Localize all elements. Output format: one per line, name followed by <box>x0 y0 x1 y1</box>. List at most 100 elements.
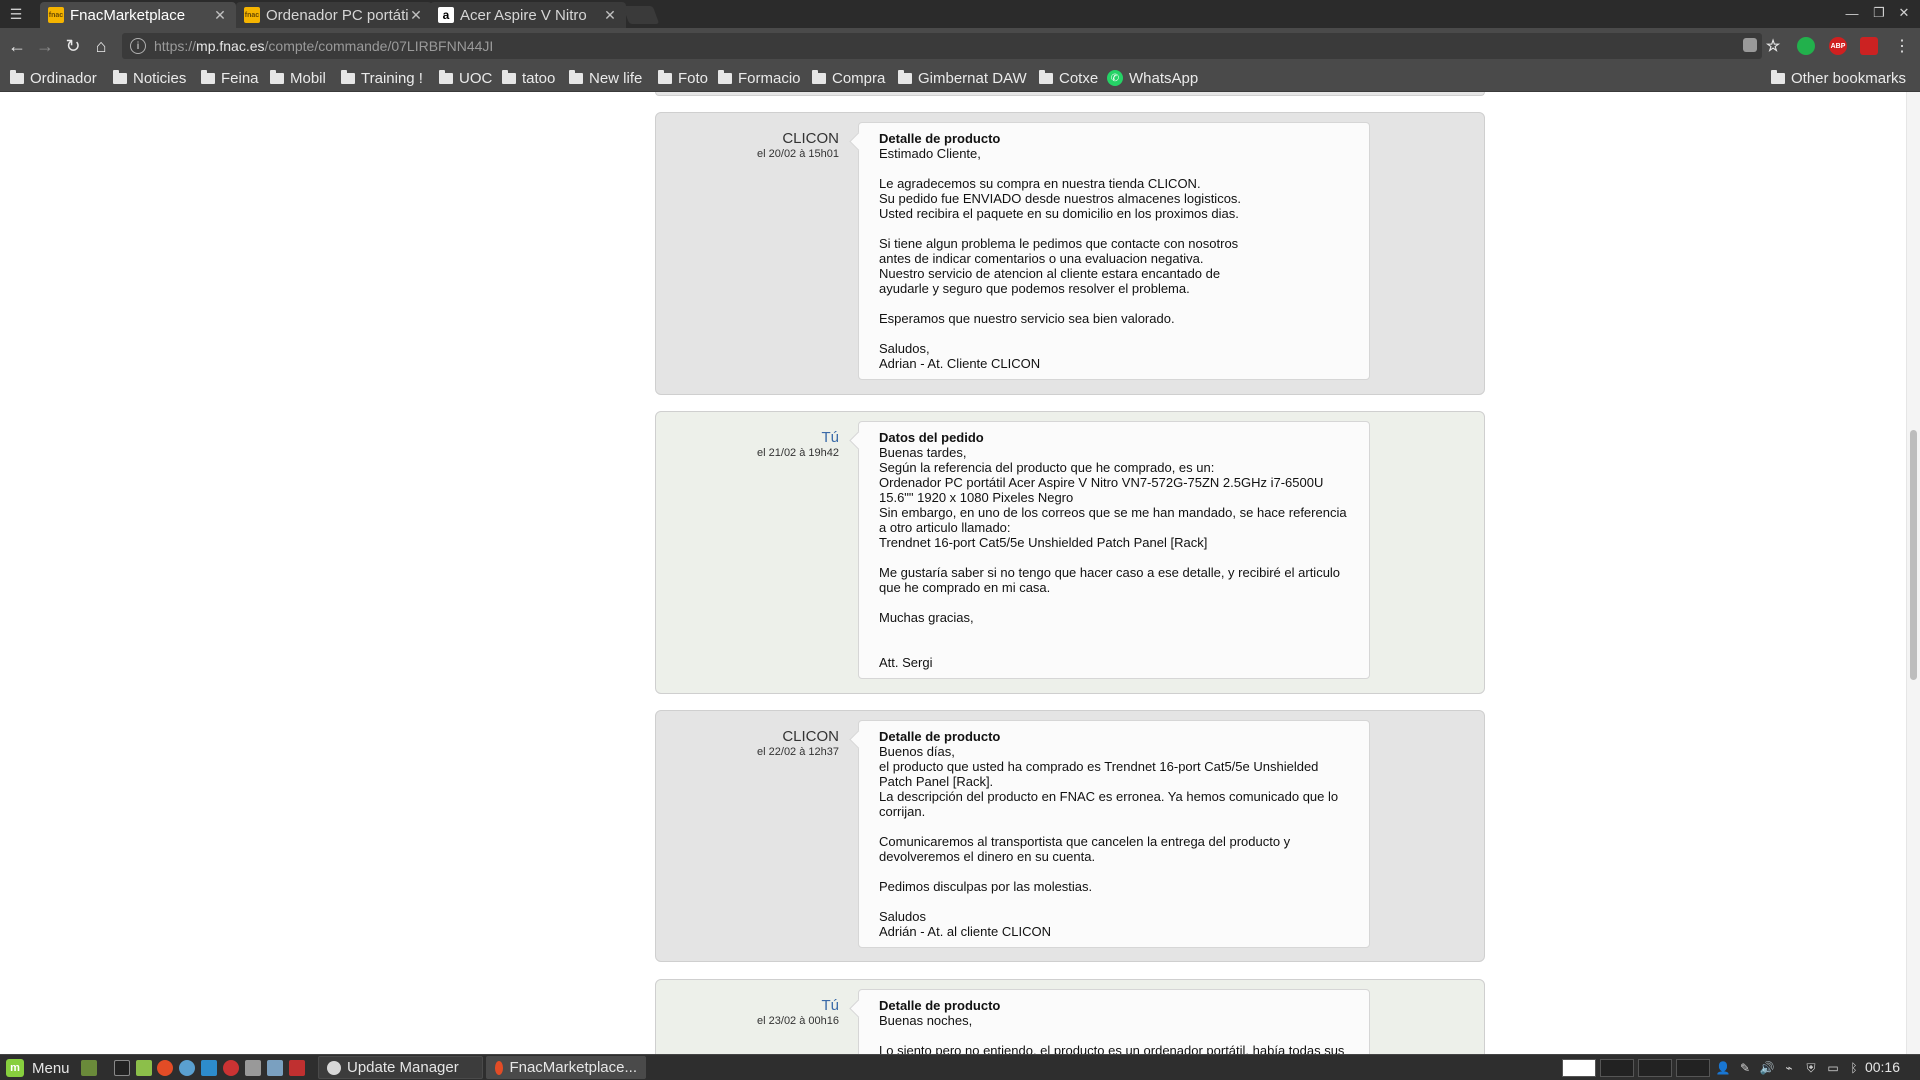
url-host: mp.fnac.es <box>196 38 265 54</box>
workspace-3[interactable] <box>1638 1059 1672 1077</box>
workspace-1[interactable] <box>1562 1059 1596 1077</box>
folder-icon <box>439 69 453 84</box>
terminal-icon[interactable] <box>114 1060 130 1076</box>
browser-icon[interactable] <box>179 1060 195 1076</box>
shield-tray-icon[interactable]: ⛨ <box>1803 1060 1819 1076</box>
show-desktop-icon[interactable] <box>81 1060 97 1076</box>
bookmark-mobil[interactable]: Mobil <box>270 68 326 88</box>
message-line <box>879 625 1349 640</box>
tab-acer-aspire[interactable]: a Acer Aspire V Nitro ✕ <box>430 2 626 28</box>
bookmark-foto[interactable]: Foto <box>658 68 708 88</box>
tab-fnacmarketplace[interactable]: fnac FnacMarketplace ✕ <box>40 2 236 28</box>
close-icon[interactable]: ✕ <box>408 7 424 24</box>
star-icon[interactable]: ☆ <box>1764 37 1782 55</box>
page-scrollbar[interactable] <box>1906 92 1920 1054</box>
clock[interactable]: 00:16 <box>1865 1059 1900 1075</box>
bookmark-cotxe[interactable]: Cotxe <box>1039 68 1098 88</box>
close-icon[interactable]: ✕ <box>212 7 228 24</box>
mint-logo-icon: m <box>6 1059 24 1077</box>
extension-green-icon[interactable] <box>1797 37 1815 55</box>
message-date: el 23/02 à 00h16 <box>757 1015 839 1027</box>
bookmark-feina[interactable]: Feina <box>201 68 259 88</box>
message-line <box>879 221 1349 236</box>
adblock-plus-icon[interactable]: ABP <box>1829 37 1847 55</box>
bluetooth-icon[interactable]: ᛒ <box>1846 1060 1862 1076</box>
folder-icon <box>1039 69 1053 84</box>
extension-red-icon[interactable] <box>1860 37 1878 55</box>
scrollbar-thumb[interactable] <box>1910 430 1917 680</box>
grid-app-icon[interactable] <box>289 1060 305 1076</box>
bookmark-noticies[interactable]: Noticies <box>113 68 186 88</box>
browser-toolbar: ← → ↻ ⌂ i https:// mp.fnac.es /compte/co… <box>0 28 1920 64</box>
message-card: Tú el 21/02 à 19h42 Datos del pedido Bue… <box>655 411 1485 694</box>
files-icon[interactable] <box>136 1060 152 1076</box>
bookmark-formacio[interactable]: Formacio <box>718 68 801 88</box>
bookmark-training[interactable]: Training ! <box>341 68 423 88</box>
message-date: el 22/02 à 12h37 <box>757 746 839 758</box>
message-line: Adrián - At. al cliente CLICON <box>879 924 1051 939</box>
tab-ordenador-pc[interactable]: fnac Ordenador PC portátil ✕ <box>236 2 432 28</box>
bookmark-compra[interactable]: Compra <box>812 68 885 88</box>
bookmark-uoc[interactable]: UOC <box>439 68 492 88</box>
start-menu-button[interactable]: m Menu <box>6 1057 70 1079</box>
folder-icon <box>812 69 826 84</box>
message-line: Patch Panel [Rack]. <box>879 774 994 789</box>
app-red-icon[interactable] <box>223 1060 239 1076</box>
folder-icon <box>569 69 583 84</box>
minimize-icon[interactable]: — <box>1842 3 1862 23</box>
network-icon[interactable]: ⌁ <box>1781 1060 1797 1076</box>
volume-icon[interactable]: 🔊 <box>1759 1060 1775 1076</box>
info-icon[interactable]: i <box>130 38 146 54</box>
kebab-menu-icon[interactable]: ⋮ <box>1890 34 1914 58</box>
editor-icon[interactable] <box>201 1060 217 1076</box>
new-tab-button[interactable] <box>622 6 660 24</box>
home-icon[interactable]: ⌂ <box>89 34 113 58</box>
message-line: Usted recibira el paquete en su domicili… <box>879 206 1239 221</box>
window-close-icon[interactable]: ✕ <box>1894 3 1914 23</box>
address-bar[interactable]: i https:// mp.fnac.es /compte/commande/0… <box>122 33 1762 59</box>
url-path: /compte/commande/07LIRBFNN44JI <box>264 38 494 54</box>
browser-menu-icon[interactable]: ☰ <box>0 0 32 28</box>
message-line <box>879 1028 1349 1043</box>
bookmarks-bar: Ordinador Noticies Feina Mobil Training … <box>0 64 1920 92</box>
message-line: el producto que usted ha comprado es Tre… <box>879 759 1319 774</box>
screenshot-icon[interactable] <box>267 1060 283 1076</box>
chrome-icon[interactable] <box>157 1060 173 1076</box>
camera-icon[interactable] <box>245 1060 261 1076</box>
message-line: Comunicaremos al transportista que cance… <box>879 834 1291 849</box>
security-shield-icon[interactable] <box>1743 38 1757 52</box>
workspace-4[interactable] <box>1676 1059 1710 1077</box>
folder-icon <box>201 69 215 84</box>
message-bubble: Datos del pedido Buenas tardes, Según la… <box>858 421 1370 679</box>
workspace-2[interactable] <box>1600 1059 1634 1077</box>
pen-icon[interactable]: ✎ <box>1737 1060 1753 1076</box>
message-line <box>879 819 1349 834</box>
taskbar-window-fnacmarketplace[interactable]: FnacMarketplace... <box>486 1056 646 1079</box>
message-line <box>879 894 1349 909</box>
folder-icon <box>10 69 24 84</box>
message-sender: Tú <box>821 997 839 1014</box>
bookmark-whatsapp[interactable]: ✆ WhatsApp <box>1107 68 1198 88</box>
taskbar: m Menu Update Manager FnacMarketplace...… <box>0 1054 1920 1080</box>
forward-arrow-icon[interactable]: → <box>33 34 57 58</box>
bookmark-ordinador[interactable]: Ordinador <box>10 68 97 88</box>
message-line <box>879 595 1349 610</box>
bookmark-gimbernat-daw[interactable]: Gimbernat DAW <box>898 68 1027 88</box>
reload-icon[interactable]: ↻ <box>61 34 85 58</box>
folder-icon <box>1771 69 1785 84</box>
taskbar-window-update-manager[interactable]: Update Manager <box>318 1056 483 1079</box>
message-line: Le agradecemos su compra en nuestra tien… <box>879 176 1201 191</box>
bookmark-tatoo[interactable]: tatoo <box>502 68 555 88</box>
back-arrow-icon[interactable]: ← <box>5 34 29 58</box>
message-title: Detalle de producto <box>879 998 1001 1013</box>
message-line <box>879 864 1349 879</box>
bookmark-new-life[interactable]: New life <box>569 68 642 88</box>
restore-icon[interactable]: ❐ <box>1869 3 1889 23</box>
shield-icon <box>327 1060 341 1075</box>
bookmark-other-bookmarks[interactable]: Other bookmarks <box>1771 68 1906 88</box>
battery-icon[interactable]: ▭ <box>1825 1060 1841 1076</box>
close-icon[interactable]: ✕ <box>602 7 618 24</box>
message-title: Detalle de producto <box>879 131 1001 146</box>
folder-icon <box>113 69 127 84</box>
user-icon[interactable]: 👤 <box>1715 1060 1731 1076</box>
